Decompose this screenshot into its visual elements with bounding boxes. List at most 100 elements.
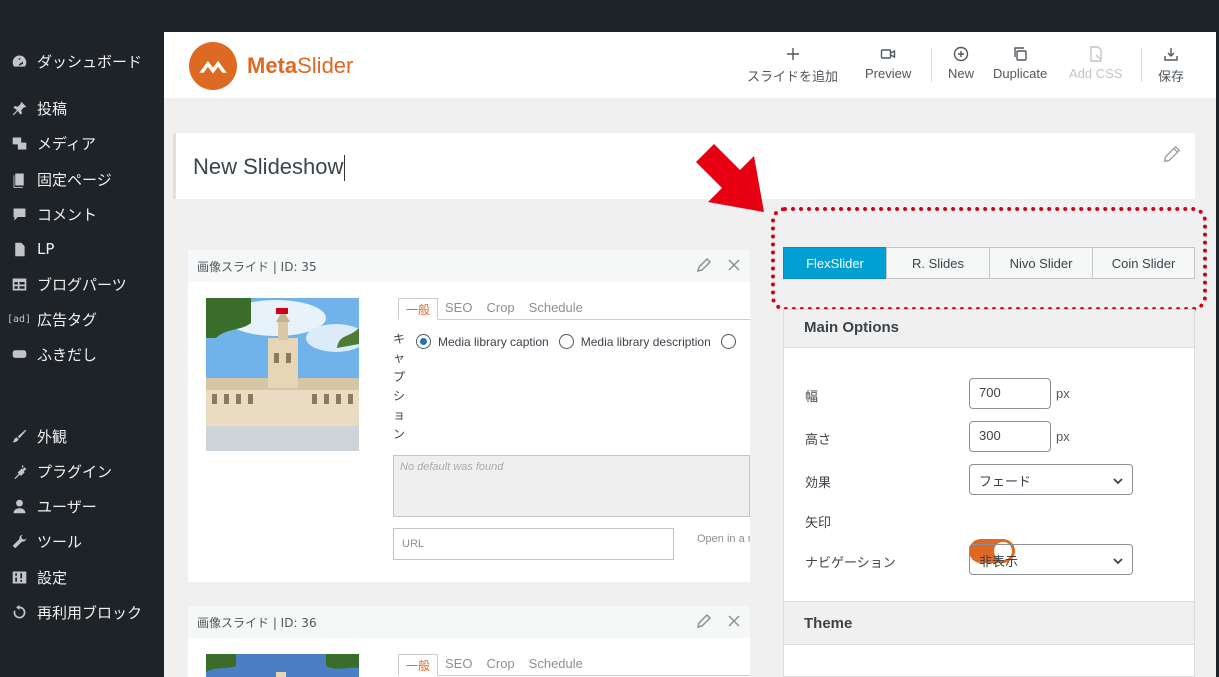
sidebar-item-label: ダッシュボード bbox=[37, 52, 143, 71]
effect-select[interactable]: フェード bbox=[969, 464, 1133, 495]
sidebar-item-pages[interactable]: 固定ページ bbox=[0, 162, 164, 196]
tab-general[interactable]: 一般 bbox=[398, 654, 439, 676]
pin-icon bbox=[9, 98, 29, 118]
sidebar-item-label: ふきだし bbox=[37, 345, 98, 364]
dashboard-icon bbox=[9, 51, 29, 71]
height-unit: px bbox=[1056, 429, 1070, 444]
slide-header: 画像スライド | ID: 36 bbox=[188, 606, 750, 638]
open-in-new-window-label: Open in a new bbox=[697, 533, 750, 545]
height-label: 高さ bbox=[805, 433, 832, 448]
tab-schedule[interactable]: Schedule bbox=[522, 654, 590, 675]
arrows-label: 矢印 bbox=[805, 516, 832, 531]
user-icon bbox=[9, 496, 29, 516]
copy-icon bbox=[1014, 47, 1027, 61]
sidebar-item-lp[interactable]: LP bbox=[0, 232, 164, 266]
sidebar-item-comments[interactable]: コメント bbox=[0, 197, 164, 231]
radio-custom-caption[interactable] bbox=[720, 334, 743, 349]
caption-textarea[interactable]: No default was found bbox=[393, 455, 750, 517]
close-icon[interactable] bbox=[726, 257, 742, 273]
comment-icon bbox=[9, 204, 29, 224]
close-icon[interactable] bbox=[726, 613, 742, 629]
theme-section-title[interactable]: Theme bbox=[784, 601, 1194, 645]
tab-crop[interactable]: Crop bbox=[479, 654, 521, 675]
metaslider-logo bbox=[189, 42, 237, 90]
new-button[interactable]: New bbox=[948, 46, 974, 86]
sidebar-item-balloon[interactable]: ふきだし bbox=[0, 337, 164, 371]
radio-button[interactable] bbox=[558, 334, 574, 349]
radio-media-library-caption[interactable]: Media library caption bbox=[416, 334, 549, 349]
tab-schedule[interactable]: Schedule bbox=[522, 298, 590, 319]
url-input[interactable]: URL bbox=[393, 528, 674, 560]
media-icon bbox=[9, 133, 29, 153]
chevron-down-icon bbox=[1113, 558, 1123, 565]
chevron-down-icon bbox=[1113, 478, 1123, 485]
effect-label: 効果 bbox=[805, 476, 832, 491]
sidebar-item-label: コメント bbox=[37, 205, 98, 224]
sidebar-item-label: 広告タグ bbox=[37, 310, 98, 329]
edit-title-pencil-icon[interactable] bbox=[1161, 143, 1183, 169]
preview-button[interactable]: Preview bbox=[865, 46, 911, 86]
radio-button[interactable] bbox=[416, 334, 431, 349]
document-icon bbox=[9, 239, 29, 259]
caption-source-options: Media library caption Media library desc… bbox=[416, 334, 753, 349]
sidebar-item-label: LP bbox=[37, 240, 55, 258]
save-button[interactable]: 保存 bbox=[1158, 46, 1184, 86]
tab-seo[interactable]: SEO bbox=[438, 298, 479, 319]
wrench-icon bbox=[9, 531, 29, 551]
width-label: 幅 bbox=[805, 390, 819, 405]
radio-media-library-description[interactable]: Media library description bbox=[558, 334, 711, 349]
sidebar-item-users[interactable]: ユーザー bbox=[0, 489, 164, 523]
slide-tabs: 一般 SEO Crop Schedule bbox=[398, 298, 750, 320]
slide-card: 画像スライド | ID: 35 一般 SEO Crop Schedule キャプ… bbox=[188, 250, 750, 582]
caption-label: キャプション bbox=[392, 332, 405, 441]
sidebar-item-tools[interactable]: ツール bbox=[0, 524, 164, 558]
add-slide-button[interactable]: スライドを追加 bbox=[747, 46, 838, 86]
sidebar-item-plugins[interactable]: プラグイン bbox=[0, 454, 164, 488]
duplicate-button[interactable]: Duplicate bbox=[993, 46, 1047, 86]
sidebar-item-ad-tags[interactable]: [ad] 広告タグ bbox=[0, 302, 164, 336]
slide-tabs: 一般 SEO Crop Schedule bbox=[398, 654, 750, 676]
slide-thumbnail-image bbox=[206, 654, 359, 677]
plugin-icon bbox=[9, 461, 29, 481]
video-icon bbox=[880, 49, 896, 59]
sidebar-item-label: 投稿 bbox=[37, 99, 68, 118]
radio-button[interactable] bbox=[720, 334, 736, 349]
sidebar-item-label: ツール bbox=[37, 532, 83, 551]
sidebar-item-label: 再利用ブロック bbox=[37, 603, 143, 622]
plus-circle-icon bbox=[953, 46, 969, 62]
slide-thumbnail-image bbox=[206, 298, 359, 451]
metaslider-main: MetaSlider スライドを追加 Preview New Duplicate… bbox=[164, 32, 1216, 677]
add-css-button[interactable]: Add CSS bbox=[1069, 46, 1122, 86]
sidebar-item-blog-parts[interactable]: ブログパーツ bbox=[0, 267, 164, 301]
pages-icon bbox=[9, 169, 29, 189]
tab-seo[interactable]: SEO bbox=[438, 654, 479, 675]
sidebar-item-dashboard[interactable]: ダッシュボード bbox=[0, 44, 164, 78]
edit-pencil-icon[interactable] bbox=[696, 613, 712, 629]
navigation-label: ナビゲーション bbox=[805, 556, 896, 571]
sidebar-item-posts[interactable]: 投稿 bbox=[0, 91, 164, 125]
edit-pencil-icon[interactable] bbox=[696, 257, 712, 273]
tab-crop[interactable]: Crop bbox=[479, 298, 521, 319]
admin-sidebar: ダッシュボード 投稿 メディア 固定ページ コメント LP ブログパーツ [ad… bbox=[0, 32, 164, 677]
sidebar-item-reusable-blocks[interactable]: 再利用ブロック bbox=[0, 595, 164, 629]
toolbar-divider bbox=[1141, 48, 1142, 82]
slideshow-title-field[interactable]: New Slideshow bbox=[173, 133, 1195, 199]
plus-icon bbox=[786, 48, 799, 60]
slideshow-title[interactable]: New Slideshow bbox=[193, 154, 346, 182]
settings-icon bbox=[9, 567, 29, 587]
sidebar-item-appearance[interactable]: 外観 bbox=[0, 419, 164, 453]
brush-icon bbox=[9, 426, 29, 446]
toolbar-divider bbox=[931, 48, 932, 82]
highlight-dotted-outline bbox=[771, 207, 1207, 311]
red-arrow-annotation bbox=[696, 144, 764, 212]
sidebar-item-media[interactable]: メディア bbox=[0, 126, 164, 160]
reuse-icon bbox=[9, 602, 29, 622]
tab-general[interactable]: 一般 bbox=[398, 298, 439, 320]
sidebar-item-settings[interactable]: 設定 bbox=[0, 560, 164, 594]
sidebar-item-label: プラグイン bbox=[37, 462, 113, 481]
height-input[interactable]: 300 bbox=[969, 421, 1051, 452]
width-input[interactable]: 700 bbox=[969, 378, 1051, 409]
navigation-select[interactable]: 非表示 bbox=[969, 544, 1133, 575]
logo-text: MetaSlider bbox=[247, 53, 354, 78]
speech-bubble-icon bbox=[9, 344, 29, 364]
